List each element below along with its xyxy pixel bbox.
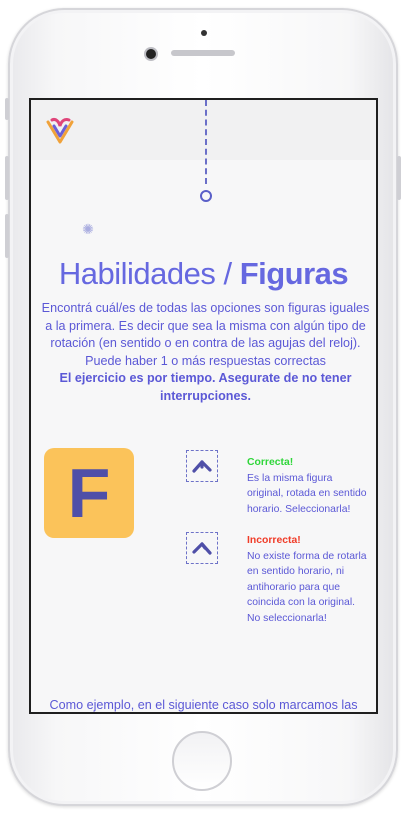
feedback-incorrect: Incorrecta! No existe forma de rotarla e… bbox=[247, 533, 367, 627]
reference-figure-letter: F bbox=[67, 454, 111, 532]
reference-figure-card: F bbox=[44, 448, 134, 538]
feedback-incorrect-label: Incorrecta! bbox=[247, 535, 301, 546]
title-bold: Figuras bbox=[239, 256, 349, 291]
feedback-correct-text: Es la misma figura original, rotada en s… bbox=[247, 472, 367, 515]
volume-down-button bbox=[5, 214, 9, 258]
volume-up-button bbox=[5, 156, 9, 200]
option-correct-figure[interactable] bbox=[186, 450, 218, 482]
top-bar bbox=[31, 100, 376, 160]
title-light: Habilidades / bbox=[58, 256, 240, 291]
instructions-text: Encontrá cuál/es de todas las opciones s… bbox=[41, 301, 370, 368]
time-warning-text: El ejercicio es por tiempo. Asegurate de… bbox=[59, 371, 352, 403]
feedback-correct-label: Correcta! bbox=[247, 457, 294, 468]
progress-line bbox=[205, 100, 207, 184]
progress-dot bbox=[200, 190, 212, 202]
sparkle-icon: ✺ bbox=[82, 221, 94, 237]
rotated-f-shape-icon bbox=[192, 542, 212, 555]
rotated-f-shape-icon bbox=[192, 460, 212, 473]
earpiece-speaker bbox=[171, 50, 235, 56]
page-title: Habilidades / Figuras bbox=[31, 256, 376, 292]
option-incorrect-figure[interactable] bbox=[186, 532, 218, 564]
example-intro-text: Como ejemplo, en el siguiente caso solo … bbox=[49, 698, 358, 712]
power-button bbox=[397, 156, 401, 200]
front-camera bbox=[146, 49, 156, 59]
heart-v-logo-icon[interactable] bbox=[44, 114, 76, 146]
proximity-sensor bbox=[201, 30, 207, 36]
home-button[interactable] bbox=[172, 731, 232, 791]
mute-switch bbox=[5, 98, 9, 120]
app-screen: ✺ Habilidades / Figuras Encontrá cuál/es… bbox=[29, 98, 378, 714]
feedback-incorrect-text: No existe forma de rotarla en sentido ho… bbox=[247, 550, 367, 624]
feedback-correct: Correcta! Es la misma figura original, r… bbox=[247, 455, 367, 517]
